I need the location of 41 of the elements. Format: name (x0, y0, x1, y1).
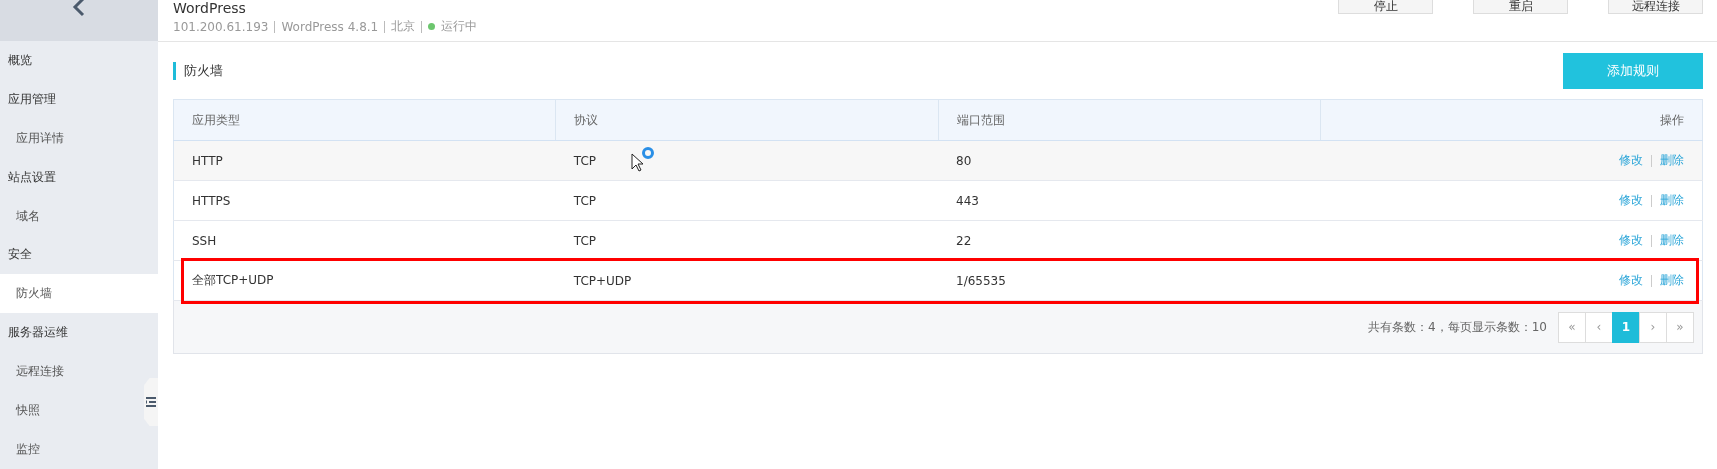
pagination-summary: 共有条数：4，每页显示条数：10 (1368, 318, 1547, 336)
column-header: 协议 (555, 99, 938, 141)
region-label: 北京 (391, 18, 416, 35)
app-version: WordPress 4.8.1 (281, 19, 379, 34)
column-header: 操作 (1320, 99, 1703, 141)
table-cell: 1/65535 (938, 260, 1321, 301)
header-button[interactable]: 重启 (1473, 0, 1568, 14)
sidebar-group-label[interactable]: 站点设置 (0, 157, 144, 197)
table-cell: HTTPS (173, 180, 556, 221)
page-title: WordPress (173, 0, 247, 16)
table-cell: 22 (938, 220, 1321, 261)
table-cell: TCP (555, 220, 938, 261)
sidebar-group-label[interactable]: 安全 (0, 235, 144, 275)
sidebar-item[interactable]: 域名 (0, 196, 144, 236)
table-cell: 443 (938, 180, 1321, 221)
table-cell: TCP+UDP (555, 260, 938, 301)
header-button[interactable]: 远程连接 (1608, 0, 1703, 14)
sidebar-item[interactable]: 防火墙 (0, 274, 158, 314)
ip-address: 101.200.61.193 (173, 19, 269, 34)
busy-cursor-icon (631, 147, 655, 173)
sidebar-item[interactable]: 快照 (0, 391, 144, 431)
status-dot (428, 23, 436, 30)
section-title: 防火墙 (173, 62, 223, 80)
sidebar-item[interactable]: 监控 (0, 430, 144, 469)
header-button[interactable]: 停止 (1338, 0, 1433, 14)
column-header: 应用类型 (173, 99, 556, 141)
status-label: 运行中 (441, 18, 478, 35)
back-chevron-icon[interactable] (72, 0, 86, 18)
sidebar-item[interactable]: 远程连接 (0, 352, 144, 392)
table-cell: HTTP (173, 140, 556, 181)
table-cell: TCP (555, 140, 938, 181)
sidebar-group-label[interactable]: 服务器运维 (0, 313, 144, 353)
column-header: 端口范围 (938, 99, 1321, 141)
sidebar-item[interactable]: 应用详情 (0, 118, 144, 158)
sidebar-group-label[interactable]: 应用管理 (0, 79, 144, 119)
collapse-sidebar-icon[interactable] (144, 378, 158, 426)
sidebar-group-label[interactable]: 概览 (0, 40, 144, 80)
table-cell: 80 (938, 140, 1321, 181)
table-cell: SSH (173, 220, 556, 261)
table-cell: 全部TCP+UDP (173, 260, 556, 301)
table-cell: TCP (555, 180, 938, 221)
